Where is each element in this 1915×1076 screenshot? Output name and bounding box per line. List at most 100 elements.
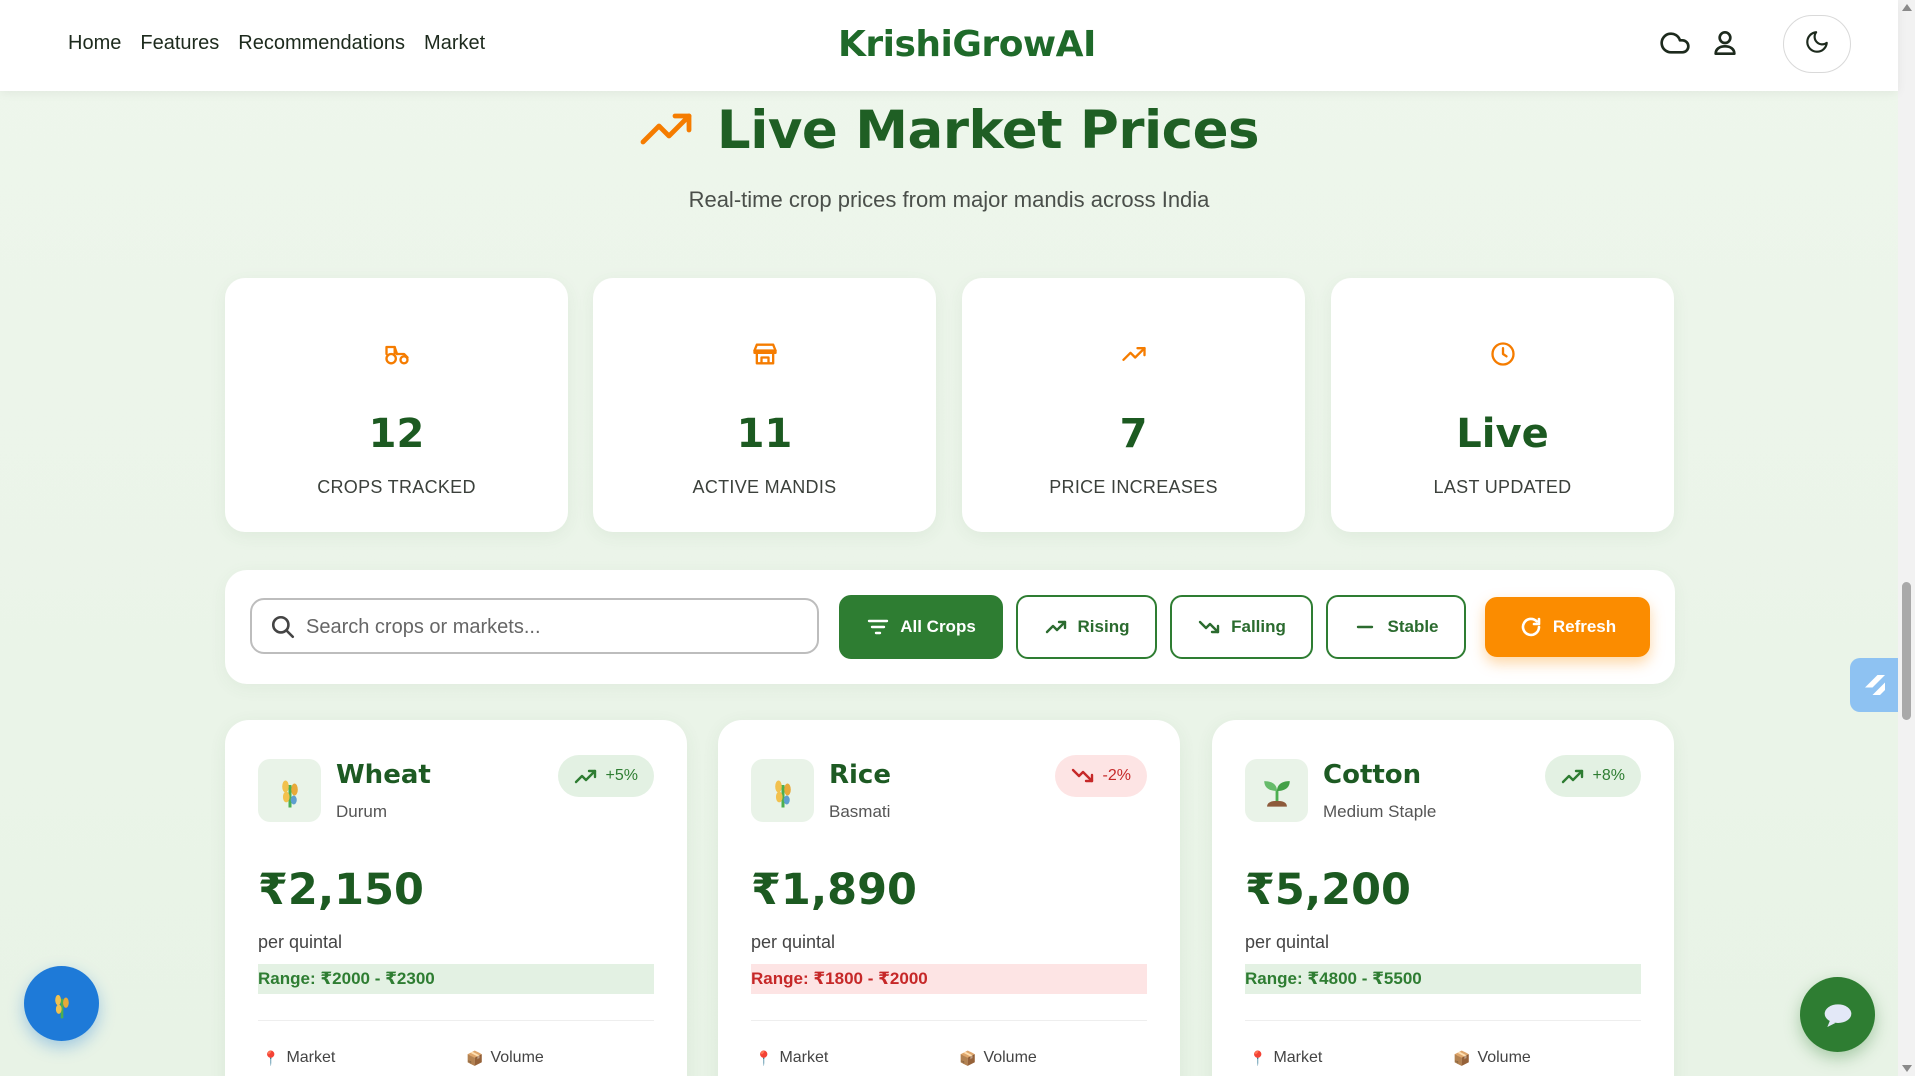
nav-link-market[interactable]: Market (424, 32, 485, 55)
trending-down-icon (1071, 768, 1093, 783)
search-icon (271, 615, 295, 639)
filter-all-crops-button[interactable]: All Crops (839, 595, 1003, 659)
theme-toggle-button[interactable] (1783, 15, 1851, 73)
crop-variety: Medium Staple (1323, 802, 1437, 821)
wheat-icon (258, 759, 321, 822)
store-icon (751, 340, 779, 368)
crop-variety: Durum (336, 802, 388, 821)
stat-label: PRICE INCREASES (1049, 477, 1218, 497)
filter-icon (868, 619, 889, 635)
stat-card-last-updated: Live LAST UPDATED (1331, 278, 1674, 532)
package-icon: 📦 (1453, 1049, 1471, 1066)
trending-down-icon (1198, 620, 1220, 634)
page-title-row: Live Market Prices (0, 100, 1898, 161)
refresh-icon (1521, 617, 1541, 637)
market-label: Market (1273, 1049, 1323, 1066)
crop-card-wheat[interactable]: Wheat Durum +5% ₹2,150 per quintal Range… (225, 720, 687, 1076)
refresh-button[interactable]: Refresh (1485, 597, 1650, 657)
scroll-up-arrow-icon[interactable] (1902, 4, 1912, 11)
volume-meta: 📦 Volume (959, 1049, 1037, 1067)
volume-meta: 📦 Volume (1453, 1049, 1531, 1067)
divider (258, 1020, 654, 1021)
page-scrollbar[interactable] (1898, 0, 1915, 1076)
minus-icon (1357, 625, 1374, 629)
crop-unit: per quintal (258, 932, 343, 952)
side-extension-tab[interactable] (1850, 658, 1900, 712)
chat-bubble-icon (1824, 1003, 1851, 1027)
chat-button[interactable] (1800, 977, 1875, 1052)
brand-logo[interactable]: KrishiGrowAI (838, 24, 1096, 65)
filter-bar: All Crops Rising Falling Stable Refresh (225, 570, 1675, 684)
scroll-down-arrow-icon[interactable] (1902, 1065, 1912, 1072)
divider (751, 1020, 1147, 1021)
pin-icon: 📍 (1249, 1049, 1267, 1066)
market-meta: 📍 Market (755, 1049, 828, 1067)
refresh-label: Refresh (1552, 617, 1617, 636)
filter-stable-button[interactable]: Stable (1326, 595, 1466, 659)
crop-name: Rice (829, 760, 891, 790)
trend-change: +8% (1592, 767, 1625, 784)
nav-links: Home Features Recommendations Market (68, 32, 485, 55)
clock-icon (1489, 340, 1517, 368)
filter-falling-button[interactable]: Falling (1170, 595, 1313, 659)
crop-name: Cotton (1323, 760, 1422, 790)
trending-up-icon (1120, 340, 1148, 368)
crop-price: ₹2,150 (258, 865, 424, 915)
stat-label: CROPS TRACKED (317, 477, 476, 497)
scrollbar-thumb[interactable] (1902, 582, 1911, 720)
trend-badge: +5% (557, 755, 654, 797)
stat-card-crops-tracked: 12 CROPS TRACKED (225, 278, 568, 532)
nav-link-recommendations[interactable]: Recommendations (238, 32, 405, 55)
trending-up-icon (639, 108, 695, 153)
search-box (250, 598, 819, 654)
crop-unit: per quintal (1245, 932, 1330, 952)
crop-range: Range: ₹1800 - ₹2000 (751, 964, 1147, 994)
crop-price: ₹1,890 (751, 865, 917, 915)
filter-rising-button[interactable]: Rising (1016, 595, 1157, 659)
user-icon[interactable] (1709, 27, 1741, 59)
extension-icon (1865, 675, 1885, 695)
crop-card-cotton[interactable]: Cotton Medium Staple +8% ₹5,200 per quin… (1212, 720, 1674, 1076)
stat-label: ACTIVE MANDIS (692, 477, 837, 497)
trending-up-icon (574, 769, 596, 784)
stat-card-active-mandis: 11 ACTIVE MANDIS (593, 278, 936, 532)
market-meta: 📍 Market (1249, 1049, 1322, 1067)
cloud-icon[interactable] (1659, 27, 1691, 59)
crop-range: Range: ₹2000 - ₹2300 (258, 964, 654, 994)
volume-label: Volume (983, 1049, 1037, 1066)
wheat-icon (54, 994, 69, 1018)
trend-change: -2% (1102, 767, 1131, 784)
crop-variety: Basmati (829, 802, 891, 821)
package-icon: 📦 (466, 1049, 484, 1066)
search-input[interactable] (306, 612, 796, 642)
crop-name: Wheat (336, 760, 431, 790)
nav-link-home[interactable]: Home (68, 32, 121, 55)
market-meta: 📍 Market (262, 1049, 335, 1067)
market-label: Market (779, 1049, 829, 1066)
volume-label: Volume (1477, 1049, 1531, 1066)
crop-card-rice[interactable]: Rice Basmati -2% ₹1,890 per quintal Rang… (718, 720, 1180, 1076)
trend-change: +5% (605, 767, 638, 784)
market-label: Market (286, 1049, 336, 1066)
rice-icon (751, 759, 814, 822)
stat-value: 11 (736, 411, 793, 457)
trending-up-icon (1561, 769, 1583, 784)
trend-badge: -2% (1054, 755, 1147, 797)
volume-label: Volume (490, 1049, 544, 1066)
top-navbar: Home Features Recommendations Market Kri… (0, 0, 1898, 91)
seedling-icon (1245, 759, 1308, 822)
filter-rising-label: Rising (1077, 617, 1130, 636)
pin-icon: 📍 (262, 1049, 280, 1066)
trend-badge: +8% (1544, 755, 1641, 797)
pin-icon: 📍 (755, 1049, 773, 1066)
stat-value: 7 (1119, 411, 1148, 457)
crop-assistant-button[interactable] (24, 966, 99, 1041)
nav-link-features[interactable]: Features (140, 32, 219, 55)
crop-price: ₹5,200 (1245, 865, 1411, 915)
stat-value: 12 (368, 411, 425, 457)
page-title: Live Market Prices (716, 100, 1260, 161)
trending-up-icon (1045, 620, 1066, 634)
package-icon: 📦 (959, 1049, 977, 1066)
volume-meta: 📦 Volume (466, 1049, 544, 1067)
stat-label: LAST UPDATED (1433, 477, 1572, 497)
